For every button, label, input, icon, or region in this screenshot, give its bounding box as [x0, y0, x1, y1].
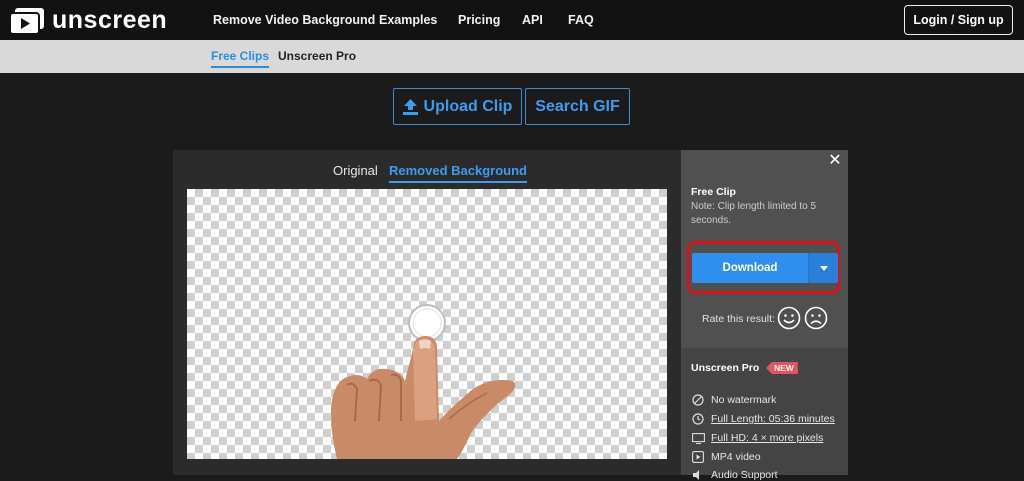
feature-audio-support: Audio Support: [691, 469, 778, 481]
upload-clip-button[interactable]: Upload Clip: [393, 88, 522, 125]
tab-free-clips[interactable]: Free Clips: [211, 49, 270, 68]
feature-mp4-video: MP4 video: [691, 451, 761, 463]
sad-face-icon[interactable]: [804, 306, 828, 330]
feature-full-hd: Full HD: 4 × more pixels: [691, 432, 823, 444]
brand-name: unscreen: [52, 6, 168, 34]
nav-api[interactable]: API: [522, 13, 543, 27]
hand-touch-image: [331, 304, 516, 459]
unscreen-pro-title: Unscreen Pro: [691, 362, 760, 374]
tab-unscreen-pro[interactable]: Unscreen Pro: [278, 49, 356, 63]
rate-result-label: Rate this result:: [702, 313, 775, 325]
search-gif-button[interactable]: Search GIF: [525, 88, 630, 125]
login-signup-button[interactable]: Login / Sign up: [904, 5, 1013, 35]
nav-remove-video-background[interactable]: Remove Video Background: [213, 13, 375, 27]
sub-nav: Free Clips Unscreen Pro: [0, 40, 1024, 73]
audio-icon: [691, 469, 705, 481]
play-icon: [691, 451, 705, 463]
feature-full-length: Full Length: 05:36 minutes: [691, 413, 835, 425]
close-icon[interactable]: ✕: [826, 150, 844, 169]
tab-removed-background[interactable]: Removed Background: [389, 163, 527, 183]
clip-length-note: Note: Clip length limited to 5 seconds.: [691, 201, 817, 226]
upload-clip-label: Upload Clip: [423, 97, 513, 115]
clock-icon: [691, 413, 705, 425]
download-button[interactable]: Download: [692, 253, 808, 283]
feature-no-watermark: No watermark: [691, 394, 776, 406]
happy-face-icon[interactable]: [777, 306, 801, 330]
free-clip-title: Free Clip: [691, 186, 736, 198]
tab-original[interactable]: Original: [333, 163, 378, 178]
top-nav: unscreen Remove Video Background Example…: [0, 0, 1024, 40]
download-options-dropdown[interactable]: [808, 253, 838, 283]
logo[interactable]: unscreen: [9, 6, 168, 35]
new-badge: NEW: [766, 362, 798, 374]
hd-icon: [691, 432, 705, 444]
nav-examples[interactable]: Examples: [379, 13, 437, 27]
upload-icon: [402, 98, 418, 115]
preview-canvas: [187, 189, 667, 459]
logo-play-icon: [9, 7, 44, 35]
nav-faq[interactable]: FAQ: [568, 13, 594, 27]
no-watermark-icon: [691, 394, 705, 406]
chevron-down-icon: [819, 265, 828, 271]
nav-pricing[interactable]: Pricing: [458, 13, 500, 27]
